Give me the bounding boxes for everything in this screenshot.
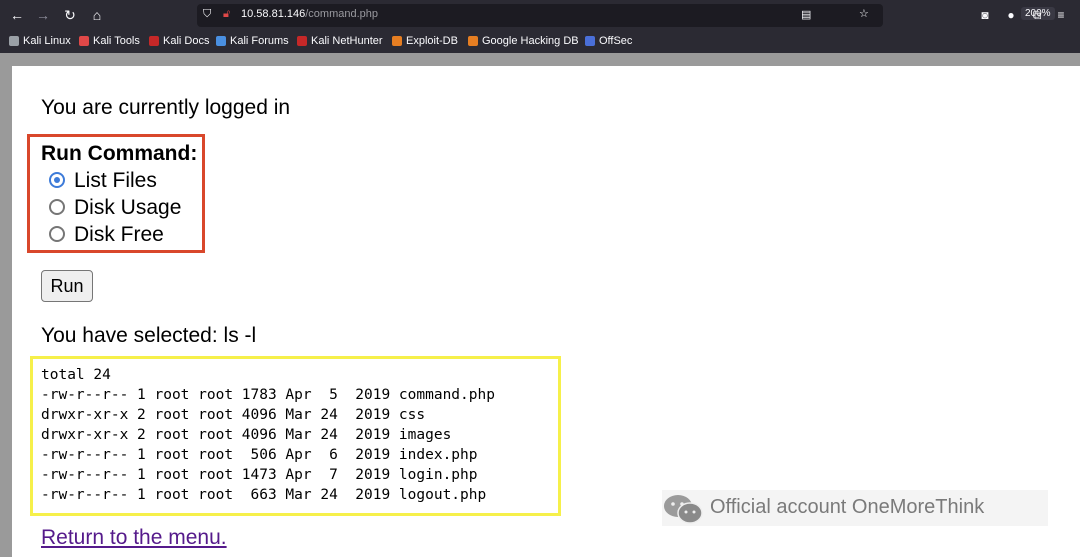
account-icon[interactable]: ●	[1002, 6, 1020, 24]
bookmark-kali-nethunter[interactable]: Kali NetHunter	[297, 35, 383, 47]
bookmark-label: Kali Forums	[230, 35, 289, 47]
bookmarks-toolbar: Kali Linux Kali Tools Kali Docs Kali For…	[0, 31, 1080, 53]
watermark: Official account OneMoreThink	[662, 490, 1048, 526]
bookmark-label: Kali Linux	[23, 35, 71, 47]
url-host: 10.58.81.146	[241, 8, 306, 20]
login-status: You are currently logged in	[41, 96, 291, 119]
bookmark-label: Kali Docs	[163, 35, 210, 47]
radio-disk-free[interactable]	[49, 226, 65, 242]
page-content: You are currently logged in Run Command:…	[12, 66, 1080, 557]
back-arrow-icon[interactable]: ←	[8, 6, 26, 24]
wechat-icon	[664, 495, 703, 524]
selected-command-text: You have selected: ls -l	[41, 324, 257, 347]
bookmark-label: Exploit-DB	[406, 35, 458, 47]
kali-forums-icon	[216, 36, 226, 46]
forward-arrow-icon[interactable]: →	[34, 6, 52, 24]
bookmark-label: Kali NetHunter	[311, 35, 383, 47]
kali-dragon-icon	[9, 36, 19, 46]
bookmark-star-icon[interactable]: ☆	[859, 7, 869, 20]
url-text[interactable]: 10.58.81.146/command.php	[241, 8, 378, 20]
option-label-disk-usage: Disk Usage	[74, 196, 182, 219]
pocket-icon[interactable]: ◙	[976, 6, 994, 24]
run-button[interactable]: Run	[41, 270, 93, 302]
bookmark-kali-linux[interactable]: Kali Linux	[9, 35, 71, 47]
kali-docs-icon	[149, 36, 159, 46]
radio-disk-usage[interactable]	[49, 199, 65, 215]
bookmark-google-hacking-db[interactable]: Google Hacking DB	[468, 35, 579, 47]
exploit-db-icon	[392, 36, 402, 46]
kali-tools-icon	[79, 36, 89, 46]
shield-icon[interactable]: ⛉	[203, 8, 211, 21]
radio-list-files[interactable]	[49, 172, 65, 188]
bookmark-kali-tools[interactable]: Kali Tools	[79, 35, 140, 47]
ghdb-icon	[468, 36, 478, 46]
address-bar[interactable]: ⛉ 🔓︎ 10.58.81.146/command.php ▤ 200% ☆	[197, 4, 1055, 27]
reload-icon[interactable]: ↻	[61, 6, 79, 24]
bookmark-offsec[interactable]: OffSec	[585, 35, 632, 47]
kali-nethunter-icon	[297, 36, 307, 46]
bookmark-label: Kali Tools	[93, 35, 140, 47]
reader-view-icon[interactable]: ▤	[801, 8, 811, 21]
watermark-text: Official account OneMoreThink	[710, 496, 985, 518]
command-output: total 24 -rw-r--r-- 1 root root 1783 Apr…	[41, 367, 495, 503]
insecure-lock-icon[interactable]: 🔓︎	[223, 8, 230, 21]
option-label-disk-free: Disk Free	[74, 223, 164, 246]
bookmark-kali-forums[interactable]: Kali Forums	[216, 35, 289, 47]
menu-icon[interactable]: ≡	[1052, 6, 1070, 24]
url-path: /command.php	[305, 8, 378, 20]
return-to-menu-link[interactable]: Return to the menu.	[41, 526, 227, 550]
browser-toolbar: ← → ↻ ⌂ ⛉ 🔓︎ 10.58.81.146/command.php ▤ …	[0, 0, 1080, 31]
bookmark-label: OffSec	[599, 35, 633, 47]
bookmark-kali-docs[interactable]: Kali Docs	[149, 35, 209, 47]
run-command-label: Run Command:	[41, 142, 198, 165]
bookmark-exploit-db[interactable]: Exploit-DB	[392, 35, 458, 47]
home-icon[interactable]: ⌂	[88, 6, 106, 24]
offsec-icon	[585, 36, 595, 46]
option-label-list-files: List Files	[74, 169, 157, 192]
bookmark-label: Google Hacking DB	[482, 35, 579, 47]
extensions-icon[interactable]: ⧉	[1028, 6, 1046, 24]
